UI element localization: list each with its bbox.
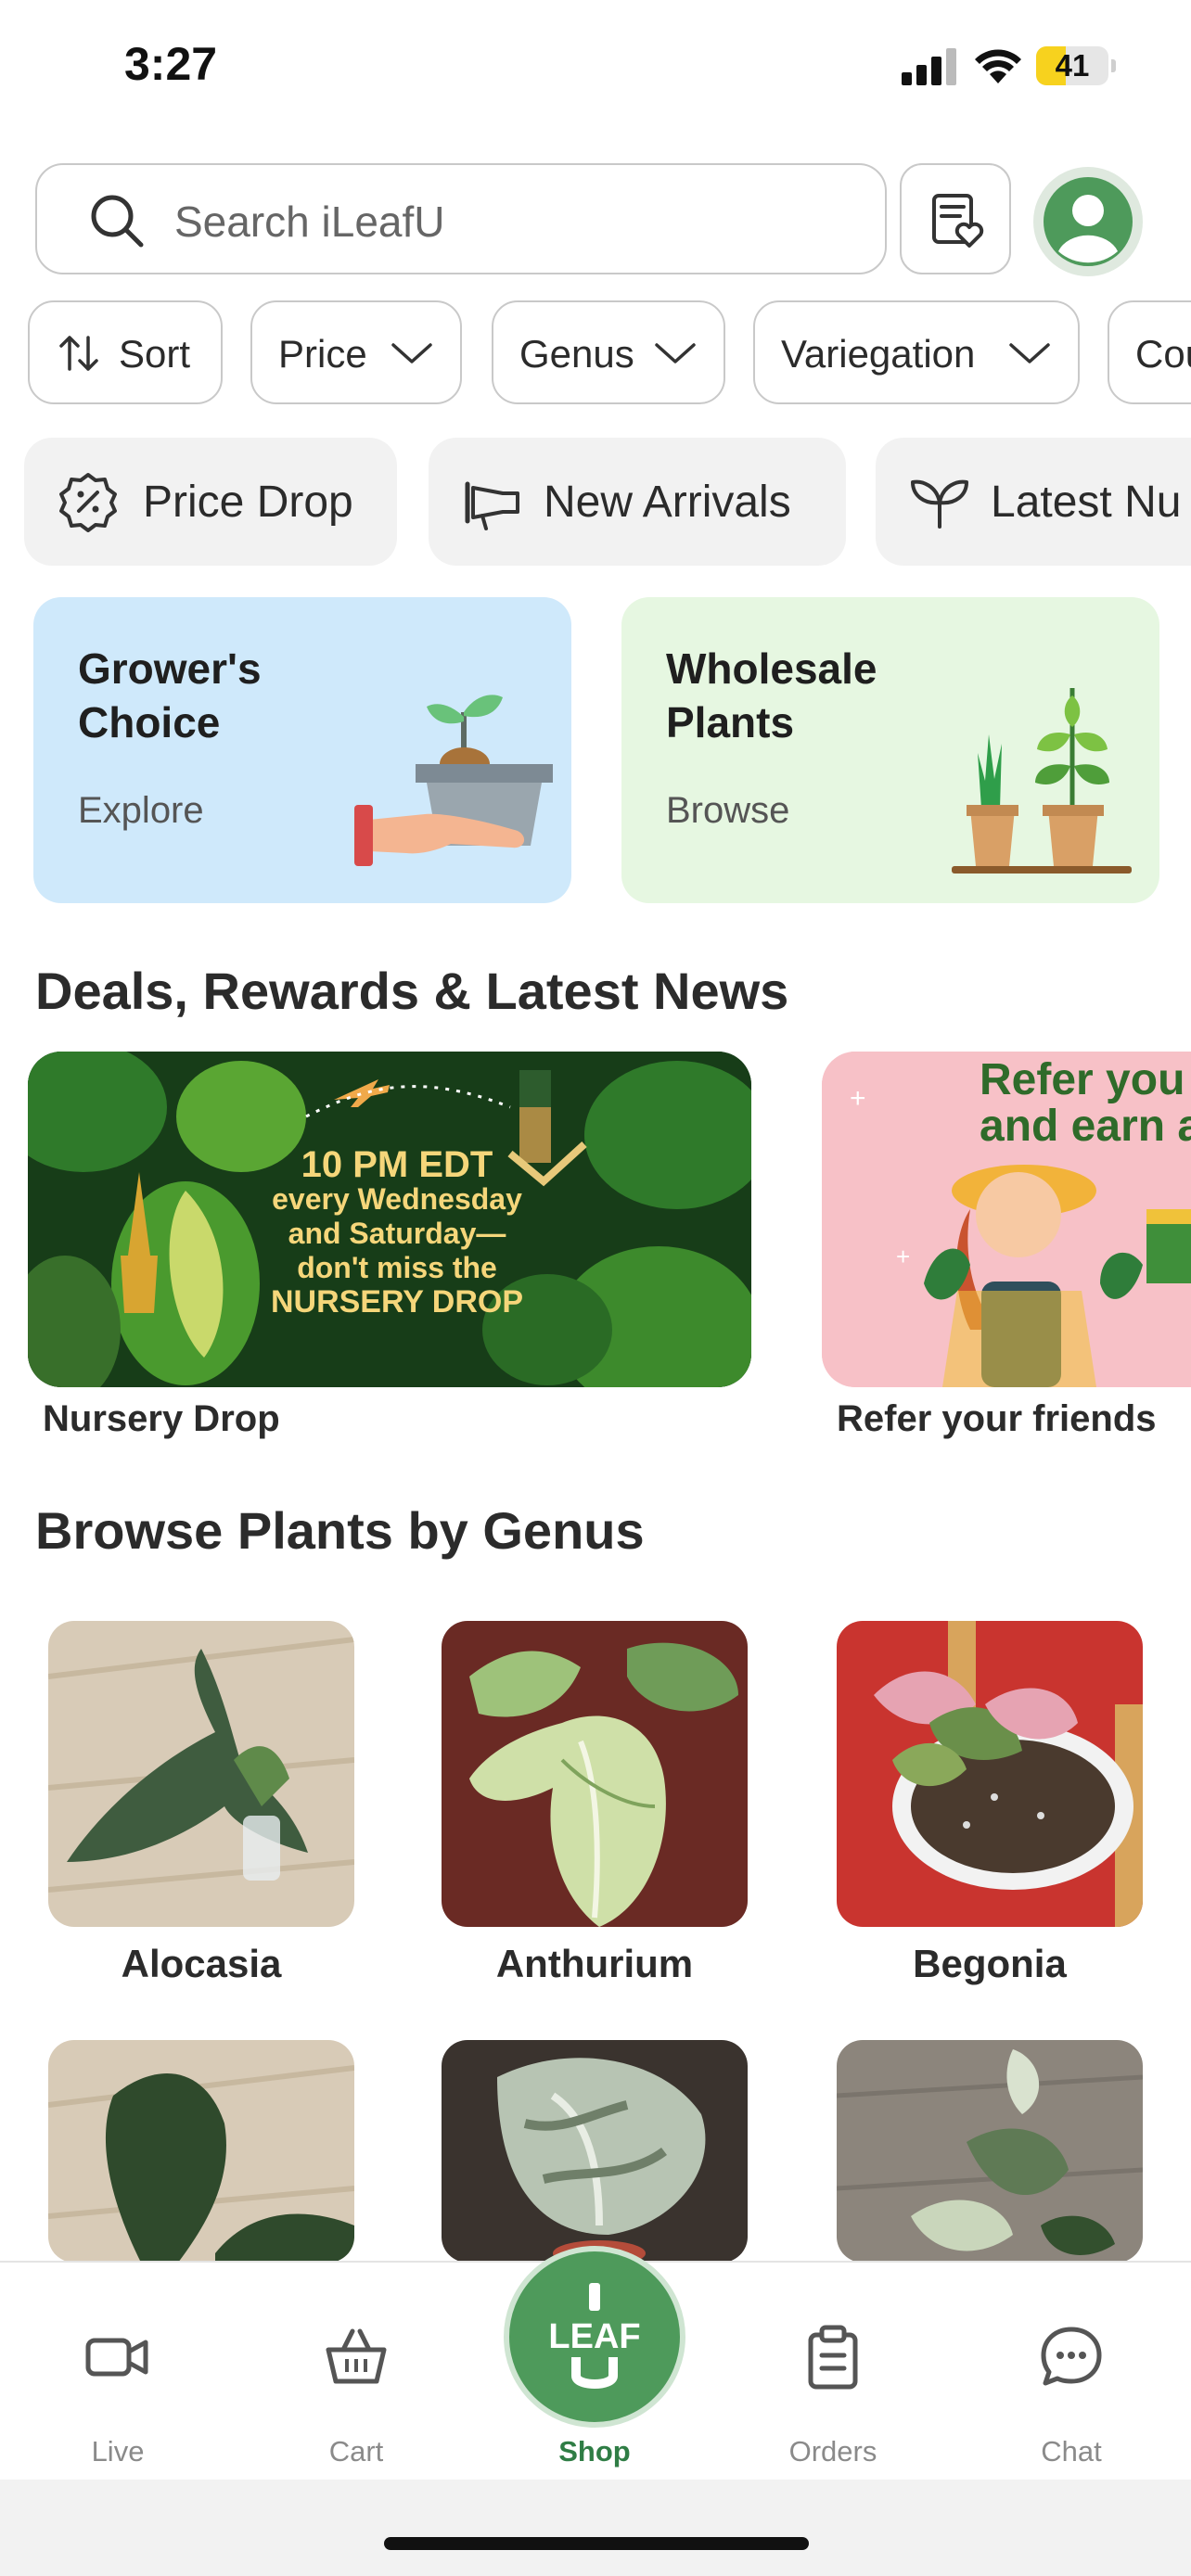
- clipboard-icon: [808, 2325, 858, 2390]
- genus-name: Begonia: [913, 1942, 1067, 1985]
- country-label: Cou: [1135, 332, 1191, 376]
- refer-banner-text: Refer you and earn a: [980, 1057, 1191, 1150]
- logo-text: LEAF: [548, 2317, 640, 2356]
- chevron-down-icon: [1009, 343, 1050, 363]
- refer-friends-caption: Refer your friends: [837, 1398, 1157, 1439]
- tab-live[interactable]: Live: [25, 2263, 211, 2481]
- sort-chip[interactable]: Sort: [28, 300, 223, 404]
- genus-tile-alocasia[interactable]: Alocasia: [48, 1621, 354, 1986]
- wishlist-icon: [932, 194, 984, 248]
- chat-bubble-icon: [1041, 2327, 1102, 2386]
- home-indicator[interactable]: [384, 2537, 809, 2550]
- avatar-icon: [1044, 177, 1133, 266]
- tab-chat[interactable]: Chat: [979, 2263, 1164, 2481]
- genus-photo-alocasia: [48, 1621, 354, 1927]
- growers-choice-title: Grower's Choice: [78, 644, 262, 746]
- banner-line: every Wednesday: [272, 1182, 522, 1216]
- chevron-down-icon: [655, 343, 696, 363]
- search-placeholder: Search iLeafU: [174, 198, 445, 246]
- wifi-icon: [975, 49, 1021, 83]
- tab-shop-label: Shop: [558, 2435, 631, 2468]
- genus-photo-monstera: [442, 2040, 748, 2263]
- chevron-down-icon: [391, 343, 432, 363]
- variegation-label: Variegation: [781, 332, 976, 376]
- battery-icon: 41: [1036, 46, 1116, 85]
- refer-friends-banner[interactable]: + + Refer you and earn a: [822, 1052, 1191, 1387]
- deals-section-title: Deals, Rewards & Latest News: [35, 962, 789, 1020]
- price-label: Price: [278, 332, 367, 376]
- genus-tile-anthurium[interactable]: Anthurium: [442, 1621, 748, 1986]
- cellular-signal-icon: [902, 48, 956, 85]
- shop-home-button[interactable]: LEAF: [504, 2246, 685, 2428]
- growers-choice-action: Explore: [78, 790, 204, 831]
- status-time: 3:27: [124, 38, 218, 90]
- video-camera-icon: [85, 2338, 148, 2377]
- price-filter-chip[interactable]: Price: [250, 300, 462, 404]
- search-icon: [91, 195, 144, 248]
- sprout-icon: [911, 479, 968, 529]
- growers-choice-card[interactable]: Grower's Choice Explore: [33, 597, 571, 903]
- basket-icon: [326, 2328, 387, 2384]
- genus-name: Alocasia: [121, 1942, 282, 1985]
- genus-tile[interactable]: [442, 2040, 748, 2263]
- genus-section-title: Browse Plants by Genus: [35, 1501, 645, 1560]
- quick-links-row: Price Drop New Arrivals Latest Nu: [24, 438, 1191, 567]
- genus-tile-begonia[interactable]: Begonia: [837, 1621, 1143, 1986]
- latest-nurseries-button[interactable]: Latest Nu: [876, 438, 1191, 566]
- new-arrivals-label: New Arrivals: [544, 478, 791, 527]
- search-input[interactable]: Search iLeafU: [35, 163, 887, 274]
- genus-name: Anthurium: [495, 1942, 694, 1985]
- leaf-u-logo-icon: LEAF: [548, 2283, 641, 2389]
- genus-photo-hoya: [48, 2040, 354, 2263]
- new-arrivals-button[interactable]: New Arrivals: [429, 438, 846, 566]
- banner-line: Refer you: [980, 1055, 1185, 1104]
- discount-badge-icon: [59, 473, 117, 532]
- price-drop-label: Price Drop: [143, 478, 353, 527]
- home-indicator-area: [0, 2480, 1191, 2576]
- price-drop-button[interactable]: Price Drop: [24, 438, 397, 566]
- banner-line: NURSERY DROP: [270, 1284, 524, 1320]
- wholesale-plants-title: Wholesale Plants: [666, 644, 877, 746]
- tab-chat-label: Chat: [1041, 2435, 1102, 2468]
- genus-photo-anthurium: [442, 1621, 748, 1927]
- nursery-drop-caption: Nursery Drop: [43, 1398, 280, 1439]
- genus-photo-scindapsus: [837, 2040, 1143, 2263]
- genus-tile[interactable]: [837, 2040, 1143, 2263]
- wholesale-plants-card[interactable]: Wholesale Plants Browse: [621, 597, 1159, 903]
- country-filter-chip[interactable]: Cou: [1108, 300, 1191, 404]
- banner-line: and earn a: [980, 1102, 1191, 1151]
- sort-arrows-icon: [59, 336, 98, 371]
- nursery-drop-banner[interactable]: 10 PM EDT every Wednesday and Saturday— …: [28, 1052, 751, 1387]
- banner-line: and Saturday—: [288, 1217, 506, 1250]
- genus-tile[interactable]: [48, 2040, 354, 2263]
- wishlist-button[interactable]: [900, 163, 1011, 274]
- svg-text:+: +: [850, 1083, 866, 1114]
- genus-photo-begonia: [837, 1621, 1143, 1927]
- variegation-filter-chip[interactable]: Variegation: [753, 300, 1080, 404]
- tab-cart-label: Cart: [328, 2435, 384, 2468]
- status-bar: 3:27 41: [0, 0, 1191, 139]
- sort-label: Sort: [119, 332, 191, 376]
- tab-cart[interactable]: Cart: [263, 2263, 449, 2481]
- tab-orders-label: Orders: [788, 2435, 877, 2468]
- banner-line: don't miss the: [297, 1251, 497, 1284]
- tab-orders[interactable]: Orders: [740, 2263, 926, 2481]
- battery-percent: 41: [1055, 48, 1090, 83]
- megaphone-icon: [465, 481, 519, 530]
- svg-text:+: +: [896, 1243, 910, 1270]
- genus-filter-chip[interactable]: Genus: [492, 300, 725, 404]
- genus-label: Genus: [519, 332, 634, 376]
- nursery-drop-banner-text: 10 PM EDT every Wednesday and Saturday— …: [249, 1144, 545, 1320]
- banner-line: 10 PM EDT: [301, 1144, 493, 1185]
- deals-carousel: 10 PM EDT every Wednesday and Saturday— …: [0, 1052, 1191, 1450]
- hand-holding-plant-icon: [354, 695, 553, 866]
- tab-live-label: Live: [91, 2435, 145, 2468]
- potted-plants-icon: [952, 688, 1132, 874]
- filter-chip-row: Sort Price Genus Variegation Cou: [28, 300, 1191, 406]
- profile-avatar-button[interactable]: [1033, 167, 1143, 276]
- wholesale-plants-action: Browse: [666, 790, 790, 831]
- latest-nurseries-label: Latest Nu: [991, 478, 1182, 527]
